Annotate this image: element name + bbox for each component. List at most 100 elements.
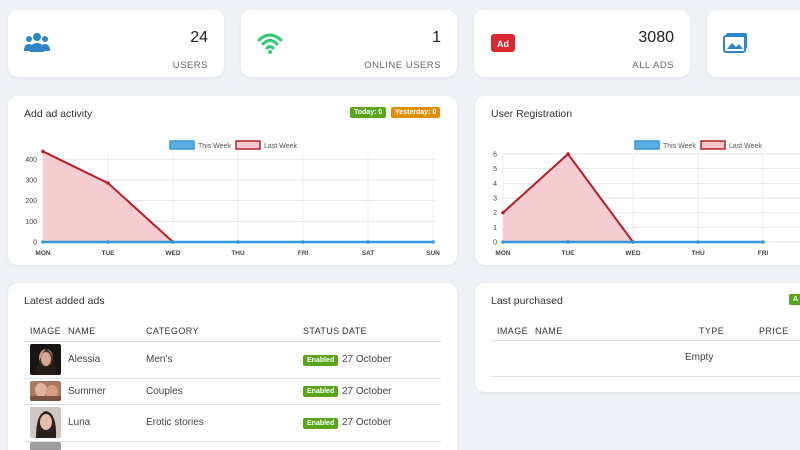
last-purchased-badge: A (789, 294, 800, 305)
data-point (566, 240, 570, 244)
legend-swatch (235, 140, 261, 150)
table-row[interactable]: Summer Couples Enabled 27 October (24, 378, 441, 405)
data-point (41, 149, 45, 154)
legend-label: Last Week (729, 143, 762, 150)
col-status: STATUS (303, 321, 342, 342)
x-tick-label: MON (495, 250, 510, 257)
latest-ads-table: IMAGE NAME CATEGORY STATUS DATE Alessia … (24, 321, 441, 450)
y-tick-label: 200 (25, 198, 37, 205)
svg-text:Ad: Ad (497, 39, 509, 49)
ad-date: 27 October (342, 341, 441, 379)
empty-row-divider (491, 376, 800, 377)
ad-date: 27 October (342, 378, 441, 405)
y-tick-label: 6 (493, 152, 497, 159)
col-type: TYPE (699, 326, 725, 336)
data-point (366, 240, 370, 244)
stat-card-all-ads: Ad 3080 ALL ADS (474, 10, 690, 77)
col-category: CATEGORY (146, 321, 303, 342)
all-ads-count: 3080 (638, 29, 674, 46)
ad-category: Erotic stories (146, 404, 303, 442)
legend-swatch (634, 140, 660, 150)
data-point (41, 240, 45, 244)
y-tick-label: 3 (493, 196, 497, 203)
ad-thumbnail[interactable] (30, 381, 61, 401)
y-tick-label: 2 (493, 210, 497, 217)
ad-thumbnail[interactable] (30, 344, 61, 375)
y-tick-label: 300 (25, 177, 37, 184)
x-tick-label: THU (691, 250, 705, 257)
latest-ads-card: Latest added ads IMAGE NAME CATEGORY STA… (8, 283, 457, 450)
stat-card-users: 24 USERS (8, 10, 224, 77)
legend-swatch (700, 140, 726, 150)
table-row[interactable] (24, 441, 441, 450)
y-tick-label: 400 (25, 157, 37, 164)
status-badge: Enabled (303, 417, 339, 429)
x-tick-label: THU (231, 250, 245, 257)
data-point (236, 240, 240, 244)
user-registration-card: User Registration This Week Last Week 0 1 2 3… (475, 96, 800, 265)
data-point (566, 152, 570, 156)
y-tick-label: 100 (25, 219, 37, 226)
y-tick-label: 1 (493, 225, 497, 232)
user-registration-chart: This Week Last Week 0 1 2 3 4 5 6 MON TUE WED THU FRI (493, 140, 800, 257)
ad-category: Couples (146, 378, 303, 405)
ad-icon: Ad (491, 34, 515, 52)
table-row[interactable]: Luna Erotic stories Enabled 27 October (24, 404, 441, 442)
status-badge: Enabled (303, 386, 339, 397)
ad-date: 27 October (342, 404, 441, 442)
data-point (301, 240, 305, 244)
users-label: USERS (172, 60, 208, 71)
data-point (501, 210, 505, 215)
col-name: NAME (535, 326, 563, 336)
legend-label: Last Week (264, 143, 297, 150)
ad-activity-chart: This Week Last Week 0 100 200 300 400 MON TUE WED… (25, 140, 440, 257)
online-users-label: ONLINE USERS (364, 60, 441, 71)
col-image: IMAGE (30, 321, 68, 342)
ad-name: Summer (68, 378, 146, 405)
images-icon (723, 33, 747, 53)
stat-card-images (707, 10, 800, 77)
col-date: DATE (342, 321, 441, 342)
x-tick-label: WED (625, 250, 640, 257)
data-point (696, 240, 700, 244)
x-tick-label: TUE (102, 250, 116, 257)
ad-thumbnail[interactable] (30, 441, 61, 450)
data-point (106, 181, 110, 185)
table-header-row: IMAGE NAME CATEGORY STATUS DATE (24, 321, 441, 342)
y-tick-label: 0 (33, 240, 37, 247)
users-icon (24, 33, 50, 52)
empty-message: Empty (685, 352, 714, 363)
legend-label: This Week (663, 143, 696, 150)
legend-swatch (169, 140, 195, 150)
data-point (106, 240, 110, 244)
x-tick-label: MON (35, 250, 50, 257)
data-point (631, 240, 635, 244)
users-count: 24 (190, 29, 208, 46)
last-purchased-header: IMAGE NAME TYPE PRICE (491, 321, 800, 341)
x-tick-label: TUE (562, 250, 576, 257)
data-point (761, 240, 765, 244)
data-point (431, 240, 435, 244)
all-ads-label: ALL ADS (632, 60, 674, 71)
status-badge: Enabled (303, 354, 339, 366)
online-users-count: 1 (432, 29, 441, 46)
data-point (501, 240, 505, 244)
ad-thumbnail[interactable] (30, 407, 61, 438)
ad-name: Luna (68, 404, 146, 442)
x-tick-label: WED (165, 250, 180, 257)
x-tick-label: SAT (362, 250, 375, 257)
x-tick-label: FRI (758, 250, 769, 257)
y-tick-label: 5 (493, 166, 497, 173)
wifi-icon (257, 33, 283, 54)
col-price: PRICE (759, 326, 789, 336)
legend-label: This Week (198, 143, 231, 150)
table-row[interactable]: Alessia Men's Enabled 27 October (24, 341, 441, 379)
data-point (171, 240, 175, 244)
y-tick-label: 0 (493, 240, 497, 247)
latest-ads-title: Latest added ads (24, 295, 105, 307)
last-purchased-card: Last purchased A IMAGE NAME TYPE PRICE E… (475, 283, 800, 392)
x-tick-label: SUN (426, 250, 440, 257)
last-purchased-title: Last purchased (491, 295, 563, 307)
ad-activity-card: Add ad activity Today: 0 Yesterday: 0 Th… (8, 96, 457, 265)
col-name: NAME (68, 321, 146, 342)
